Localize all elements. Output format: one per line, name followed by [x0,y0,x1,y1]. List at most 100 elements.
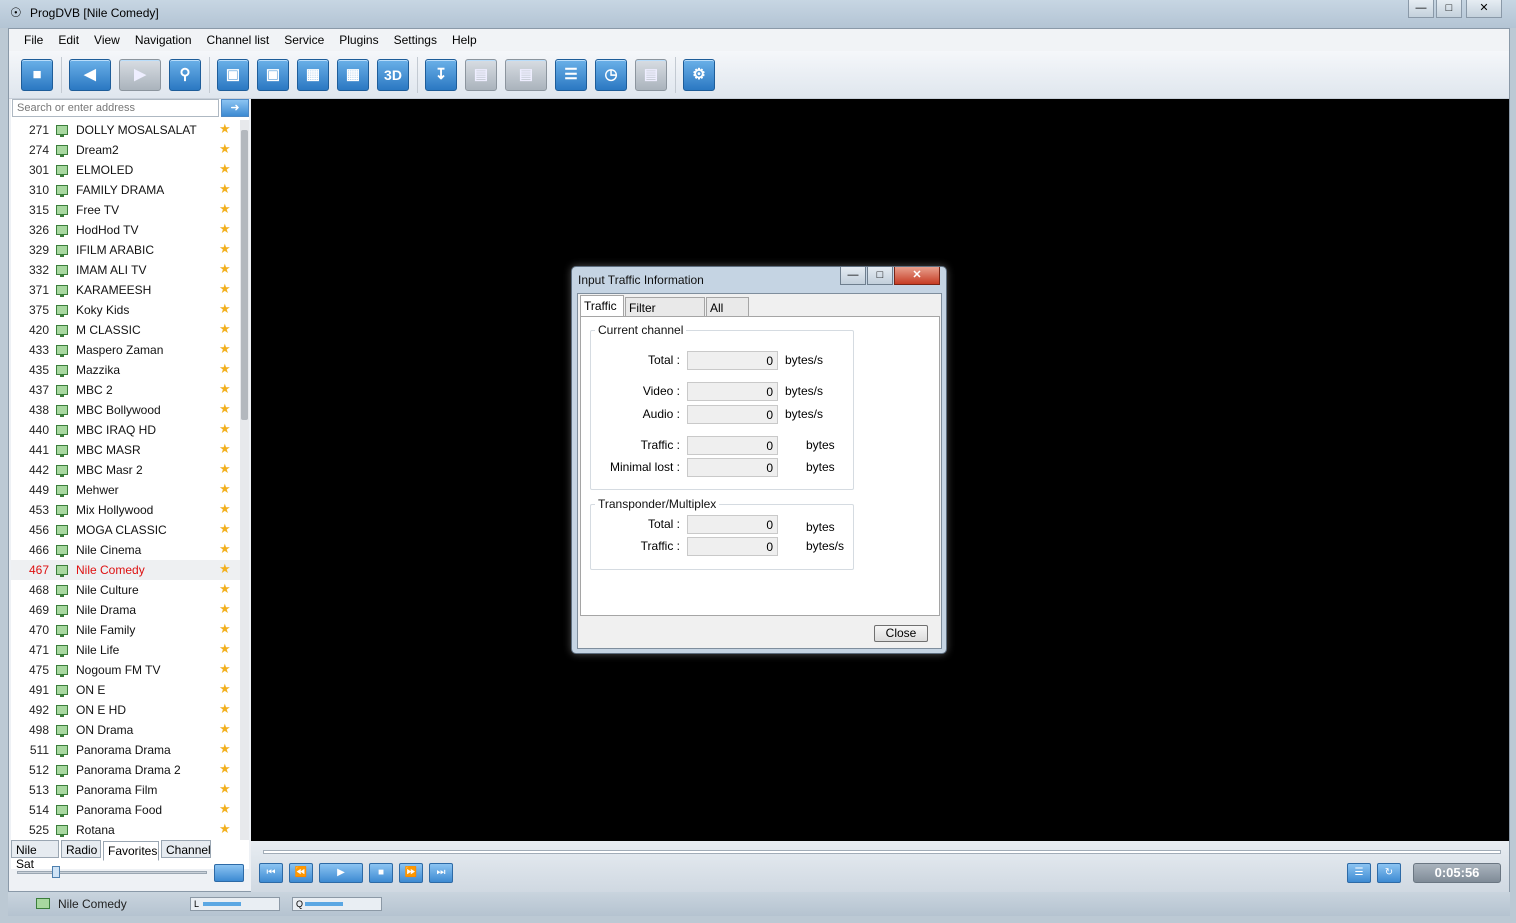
channel-row[interactable]: 475 Nogoum FM TV ★ [11,660,240,680]
channel-row[interactable]: 375 Koky Kids ★ [11,300,240,320]
open-folder-icon[interactable]: ■ [21,59,53,91]
menu-plugins[interactable]: Plugins [332,29,385,47]
star-icon[interactable]: ★ [219,121,231,137]
search-input[interactable]: Search or enter address [12,99,219,117]
channel-row[interactable]: 468 Nile Culture ★ [11,580,240,600]
back-arrow-icon[interactable]: ◀ [69,59,111,91]
subtitle-icon[interactable]: ▤ [505,59,547,91]
channel-row[interactable]: 371 KARAMEESH ★ [11,280,240,300]
star-icon[interactable]: ★ [219,381,231,397]
fast-forward-icon[interactable]: ⏩ [399,863,423,883]
seek-bar[interactable] [263,850,1501,854]
channel-row[interactable]: 453 Mix Hollywood ★ [11,500,240,520]
tab-radio[interactable]: Radio [61,840,101,858]
star-icon[interactable]: ★ [219,221,231,237]
channel-row[interactable]: 332 IMAM ALI TV ★ [11,260,240,280]
channel-row[interactable]: 513 Panorama Film ★ [11,780,240,800]
channel-row[interactable]: 271 DOLLY MOSALSALAT ★ [11,120,240,140]
tab-channel[interactable]: Channel [161,840,211,858]
3d-icon[interactable]: 3D [377,59,409,91]
channel-row[interactable]: 470 Nile Family ★ [11,620,240,640]
scroll-thumb[interactable] [241,130,248,420]
rewind-icon[interactable]: ⏪ [289,863,313,883]
volume-knob[interactable] [52,866,60,878]
channel-row[interactable]: 274 Dream2 ★ [11,140,240,160]
menu-channel-list[interactable]: Channel list [200,29,277,47]
star-icon[interactable]: ★ [219,681,231,697]
channel-row[interactable]: 525 Rotana ★ [11,820,240,840]
list-icon[interactable]: ☰ [555,59,587,91]
speaker-icon[interactable] [214,864,244,882]
star-icon[interactable]: ★ [219,601,231,617]
channel-row[interactable]: 326 HodHod TV ★ [11,220,240,240]
skip-end-icon[interactable]: ⏭ [429,863,453,883]
channel-row[interactable]: 449 Mehwer ★ [11,480,240,500]
menu-navigation[interactable]: Navigation [128,29,199,47]
search-icon[interactable]: ⚲ [169,59,201,91]
tab-traffic[interactable]: Traffic [580,295,624,317]
star-icon[interactable]: ★ [219,781,231,797]
clock-icon[interactable]: ◷ [595,59,627,91]
channel-row[interactable]: 512 Panorama Drama 2 ★ [11,760,240,780]
menu-settings[interactable]: Settings [387,29,444,47]
star-icon[interactable]: ★ [219,801,231,817]
channel-row[interactable]: 492 ON E HD ★ [11,700,240,720]
channel-row[interactable]: 514 Panorama Food ★ [11,800,240,820]
star-icon[interactable]: ★ [219,181,231,197]
tab-all-pids[interactable]: All PIDs [706,297,749,329]
skip-start-icon[interactable]: ⏮ [259,863,283,883]
refresh-icon[interactable]: ↻ [1377,863,1401,883]
star-icon[interactable]: ★ [219,481,231,497]
channel-row[interactable]: 469 Nile Drama ★ [11,600,240,620]
grid-4-icon[interactable]: ▦ [297,59,329,91]
channel-row[interactable]: 471 Nile Life ★ [11,640,240,660]
channel-row[interactable]: 498 ON Drama ★ [11,720,240,740]
channel-row[interactable]: 466 Nile Cinema ★ [11,540,240,560]
channel-row[interactable]: 435 Mazzika ★ [11,360,240,380]
dialog-close-x-button[interactable]: ✕ [894,267,940,285]
star-icon[interactable]: ★ [219,241,231,257]
channel-row[interactable]: 491 ON E ★ [11,680,240,700]
star-icon[interactable]: ★ [219,261,231,277]
fullscreen-icon[interactable]: ▣ [257,59,289,91]
channel-row[interactable]: 301 ELMOLED ★ [11,160,240,180]
gear-icon[interactable]: ⚙ [683,59,715,91]
channel-row[interactable]: 467 Nile Comedy ★ [11,560,240,580]
star-icon[interactable]: ★ [219,561,231,577]
channel-row[interactable]: 433 Maspero Zaman ★ [11,340,240,360]
epg-icon[interactable]: ▤ [635,59,667,91]
star-icon[interactable]: ★ [219,141,231,157]
play-icon[interactable]: ▶ [319,863,363,883]
dialog-minimize-button[interactable]: — [840,267,866,285]
star-icon[interactable]: ★ [219,661,231,677]
close-window-button[interactable]: ✕ [1466,0,1502,18]
star-icon[interactable]: ★ [219,821,231,837]
menu-help[interactable]: Help [445,29,484,47]
star-icon[interactable]: ★ [219,161,231,177]
menu-file[interactable]: File [17,29,50,47]
record-download-icon[interactable]: ↧ [425,59,457,91]
star-icon[interactable]: ★ [219,701,231,717]
channel-row[interactable]: 420 M CLASSIC ★ [11,320,240,340]
star-icon[interactable]: ★ [219,521,231,537]
star-icon[interactable]: ★ [219,401,231,417]
star-icon[interactable]: ★ [219,761,231,777]
menu-edit[interactable]: Edit [51,29,86,47]
star-icon[interactable]: ★ [219,621,231,637]
star-icon[interactable]: ★ [219,361,231,377]
tab-favorites[interactable]: Favorites [103,841,159,861]
channel-row[interactable]: 456 MOGA CLASSIC ★ [11,520,240,540]
star-icon[interactable]: ★ [219,461,231,477]
menu-service[interactable]: Service [277,29,331,47]
star-icon[interactable]: ★ [219,441,231,457]
star-icon[interactable]: ★ [219,501,231,517]
search-go-icon[interactable]: ➜ [221,99,249,117]
star-icon[interactable]: ★ [219,641,231,657]
channel-row[interactable]: 511 Panorama Drama ★ [11,740,240,760]
star-icon[interactable]: ★ [219,341,231,357]
close-button[interactable]: Close [874,625,928,642]
star-icon[interactable]: ★ [219,301,231,317]
channel-row[interactable]: 440 MBC IRAQ HD ★ [11,420,240,440]
grid-many-icon[interactable]: ▦ [337,59,369,91]
equalizer-icon[interactable]: ☰ [1347,863,1371,883]
